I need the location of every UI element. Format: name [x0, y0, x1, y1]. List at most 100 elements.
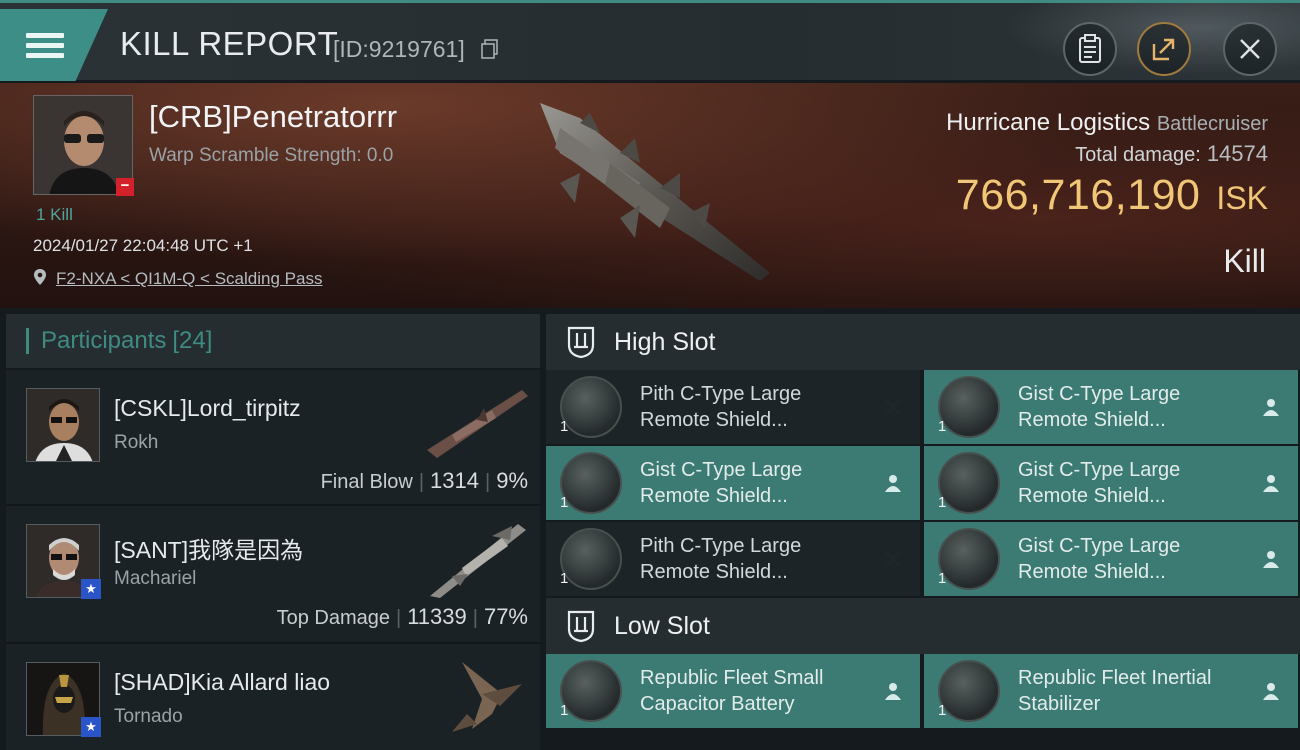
high-slot-label: High Slot — [614, 327, 716, 356]
low-slot-header: Low Slot — [546, 598, 1300, 654]
module-name: Gist C-Type Large Remote Shield... — [1018, 535, 1181, 583]
participant-row[interactable]: ★ [SANT]我隊是因為 Machariel Top Damage | 11339… — [6, 506, 540, 644]
participant-row[interactable]: [CSKL]Lord_tirpitz Rokh Final Blow | 1314 |… — [6, 370, 540, 506]
ship-class: Battlecruiser — [1156, 113, 1268, 135]
kill-count: 1 Kill — [36, 205, 73, 224]
low-slot-label: Low Slot — [614, 611, 710, 640]
victim-ship: Hurricane Logistics Battlecruiser — [946, 109, 1268, 137]
victim-ship-image — [540, 103, 770, 281]
participant-ship-image — [430, 524, 526, 598]
star-badge-icon: ★ — [81, 579, 101, 599]
participant-ship-image — [427, 390, 528, 458]
module-item[interactable]: 1 Gist C-Type Large Remote Shield... — [546, 446, 920, 520]
module-quantity: 1 — [560, 418, 569, 435]
participants-count: [24] — [172, 327, 213, 354]
module-item[interactable]: 1 Republic Fleet Inertial Stabilizer — [924, 654, 1298, 728]
participant-percent: 9% — [496, 468, 528, 493]
location-pin-icon — [34, 269, 46, 285]
participant-name: [CSKL]Lord_tirpitz — [114, 395, 301, 421]
module-name: Gist C-Type Large Remote Shield... — [1018, 459, 1181, 507]
participant-stats: Final Blow | 1314 | 9% — [320, 468, 528, 493]
kill-id: [ID:9219761] — [333, 36, 465, 62]
participant-damage: 1314 — [430, 468, 479, 493]
dropped-person-icon — [1263, 683, 1279, 700]
participant-stats: Top Damage | 11339 | 77% — [276, 604, 528, 629]
module-quantity: 1 — [560, 570, 569, 587]
participants-accent-bar — [26, 328, 29, 354]
header-bar: KILL REPORT [ID:9219761] — [0, 0, 1300, 83]
location-link[interactable]: F2-NXA < QI1M-Q < Scalding Pass — [56, 269, 322, 289]
module-quantity: 1 — [938, 494, 947, 511]
result-label: Kill — [1223, 243, 1266, 279]
destroyed-x-icon — [885, 551, 901, 567]
module-quantity: 1 — [560, 702, 569, 719]
module-item[interactable]: 1 Gist C-Type Large Remote Shield... — [924, 370, 1298, 444]
clipboard-button[interactable] — [1063, 22, 1117, 76]
dropped-person-icon — [885, 475, 901, 492]
high-slot-icon — [567, 326, 595, 359]
hostile-badge: − — [116, 178, 134, 196]
shield-module-icon — [560, 452, 622, 514]
participant-percent: 77% — [483, 604, 528, 629]
module-quantity: 1 — [938, 702, 947, 719]
shield-module-icon — [938, 376, 1000, 438]
shield-module-icon — [560, 376, 622, 438]
warp-scramble-strength: Warp Scramble Strength: 0.0 — [149, 145, 394, 166]
module-item[interactable]: 1 Pith C-Type Large Remote Shield... — [546, 370, 920, 444]
participant-name: [SANT]我隊是因為 — [114, 537, 304, 563]
victim-name: [CRB]Penetratorrr — [149, 99, 398, 134]
copy-icon[interactable] — [481, 39, 499, 59]
participant-ship: Tornado — [114, 706, 183, 727]
module-item[interactable]: 1 Republic Fleet Small Capacitor Battery — [546, 654, 920, 728]
participant-role: Final Blow — [320, 471, 413, 493]
share-button[interactable] — [1137, 22, 1191, 76]
dropped-person-icon — [1263, 551, 1279, 568]
isk-amount: 766,716,190 — [955, 171, 1201, 219]
participant-row[interactable]: ★ [SHAD]Kia Allard liao Tornado — [6, 644, 540, 750]
dropped-person-icon — [1263, 399, 1279, 416]
total-damage-label: Total damage: — [1075, 144, 1201, 166]
module-name: Gist C-Type Large Remote Shield... — [640, 459, 803, 507]
module-quantity: 1 — [938, 418, 947, 435]
shield-module-icon — [938, 452, 1000, 514]
participant-name: [SHAD]Kia Allard liao — [114, 669, 331, 695]
module-item[interactable]: 1 Pith C-Type Large Remote Shield... — [546, 522, 920, 596]
module-name: Pith C-Type Large Remote Shield... — [640, 383, 802, 431]
shield-module-icon — [560, 528, 622, 590]
participant-role: Top Damage — [276, 607, 390, 629]
participants-list: [CSKL]Lord_tirpitz Rokh Final Blow | 1314 |… — [6, 370, 540, 750]
close-button[interactable] — [1223, 22, 1277, 76]
module-item[interactable]: 1 Gist C-Type Large Remote Shield... — [924, 522, 1298, 596]
participant-ship: Machariel — [114, 568, 197, 589]
menu-button[interactable] — [0, 9, 108, 81]
page-title: KILL REPORT — [120, 25, 339, 62]
module-quantity: 1 — [560, 494, 569, 511]
high-slot-header: High Slot — [546, 314, 1300, 370]
close-icon — [1240, 39, 1260, 59]
isk-unit: ISK — [1216, 180, 1268, 216]
capacitor-battery-icon — [560, 660, 622, 722]
dropped-person-icon — [1263, 475, 1279, 492]
participants-header[interactable]: Participants [24] — [6, 314, 540, 368]
menu-icon — [26, 28, 64, 63]
shield-module-icon — [938, 528, 1000, 590]
total-damage: Total damage: 14574 — [1075, 141, 1268, 167]
clipboard-icon — [1079, 34, 1101, 63]
participant-ship: Rokh — [114, 432, 159, 453]
module-name: Republic Fleet Small Capacitor Battery — [640, 667, 824, 715]
kill-datetime: 2024/01/27 22:04:48 UTC +1 — [33, 236, 253, 255]
total-damage-value: 14574 — [1206, 141, 1268, 166]
module-item[interactable]: 1 Gist C-Type Large Remote Shield... — [924, 446, 1298, 520]
ship-name: Hurricane Logistics — [946, 109, 1151, 136]
share-icon — [1152, 38, 1175, 61]
dropped-person-icon — [885, 683, 901, 700]
participant-avatar — [26, 388, 100, 462]
module-name: Pith C-Type Large Remote Shield... — [640, 535, 802, 583]
destroyed-x-icon — [885, 399, 901, 415]
low-slot-icon — [567, 610, 595, 643]
participants-label: Participants — [41, 327, 167, 354]
star-badge-icon: ★ — [81, 717, 101, 737]
isk-value: 766,716,190 ISK — [956, 171, 1268, 220]
participant-ship-image — [452, 662, 522, 732]
victim-banner: − [CRB]Penetratorrr Warp Scramble Streng… — [0, 83, 1300, 308]
